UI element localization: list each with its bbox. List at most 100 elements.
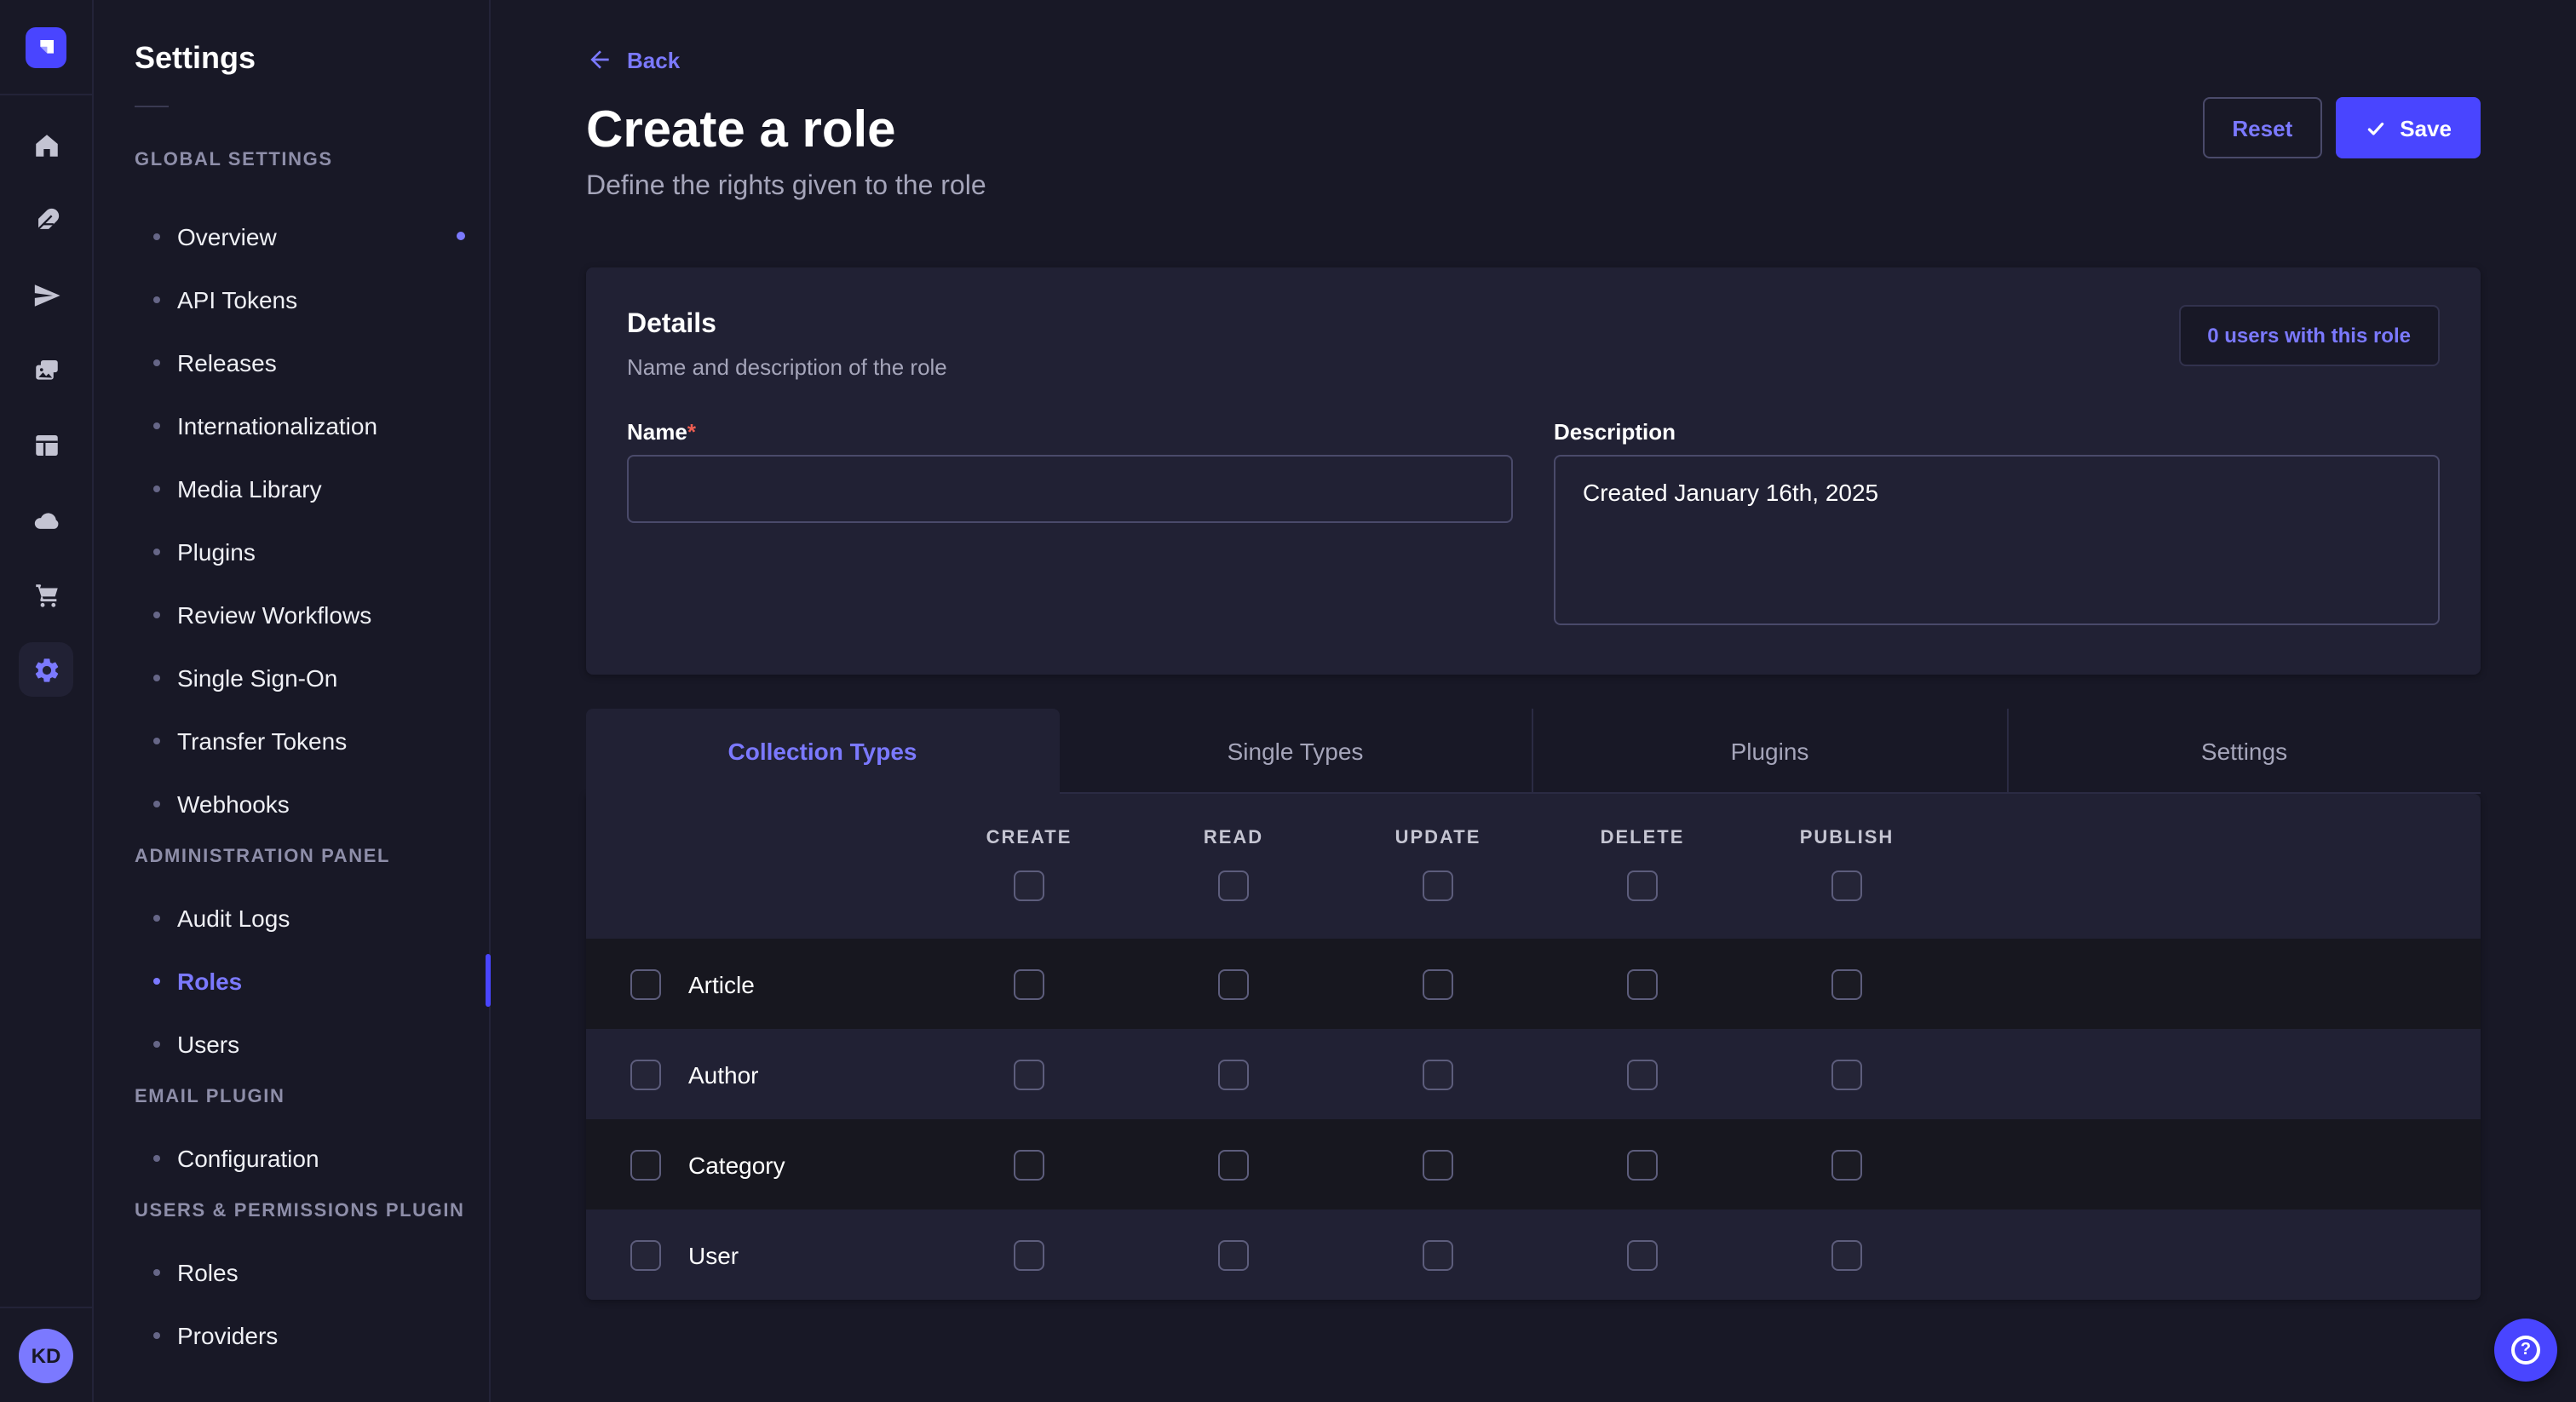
bullet-icon (153, 977, 160, 984)
section-label: EMAIL PLUGIN (135, 1085, 469, 1109)
section-label: USERS & PERMISSIONS PLUGIN (135, 1199, 469, 1223)
sidebar-item-providers[interactable]: Providers (135, 1303, 469, 1366)
content-type-builder-layout-icon[interactable] (0, 407, 93, 482)
sidebar-item-users[interactable]: Users (135, 1012, 469, 1075)
back-link[interactable]: Back (586, 46, 680, 73)
tab-collection-types[interactable]: Collection Types (586, 709, 1059, 794)
author-read-checkbox[interactable] (1218, 1059, 1249, 1089)
user-read-checkbox[interactable] (1218, 1239, 1249, 1270)
select-all-publish-checkbox[interactable] (1831, 871, 1862, 901)
row-select-checkbox[interactable] (630, 1239, 661, 1270)
sidebar-item-plugins[interactable]: Plugins (135, 520, 469, 583)
subnav-title: Settings (135, 41, 469, 75)
user-avatar[interactable]: KD (19, 1328, 73, 1382)
nav-section-administration-panel: ADMINISTRATION PANEL Audit Logs Roles Us… (135, 845, 469, 1075)
deploy-cloud-icon[interactable] (0, 482, 93, 557)
name-field-group: Name* (627, 419, 1513, 634)
select-all-read-checkbox[interactable] (1218, 871, 1249, 901)
header-actions: Reset Save (2203, 97, 2481, 158)
name-label: Name* (627, 419, 1513, 445)
bullet-icon (153, 485, 160, 491)
category-delete-checkbox[interactable] (1627, 1149, 1658, 1180)
article-update-checkbox[interactable] (1423, 968, 1453, 999)
sidebar-item-overview[interactable]: Overview (135, 204, 469, 267)
sidebar-item-roles-up[interactable]: Roles (135, 1240, 469, 1303)
author-publish-checkbox[interactable] (1831, 1059, 1862, 1089)
save-button[interactable]: Save (2335, 97, 2481, 158)
author-create-checkbox[interactable] (1014, 1059, 1044, 1089)
strapi-logo-icon[interactable] (26, 26, 66, 67)
select-all-create-checkbox[interactable] (1014, 871, 1044, 901)
user-delete-checkbox[interactable] (1627, 1239, 1658, 1270)
permissions-table-header: CREATE READ UPDATE DELETE PUBLISH (586, 794, 2481, 939)
permissions-tabs: Collection Types Single Types Plugins Se… (586, 709, 2481, 794)
user-update-checkbox[interactable] (1423, 1239, 1453, 1270)
permissions-section: Collection Types Single Types Plugins Se… (586, 709, 2481, 1300)
sidebar-item-review-workflows[interactable]: Review Workflows (135, 583, 469, 646)
bullet-icon (153, 800, 160, 807)
users-with-role-button[interactable]: 0 users with this role (2178, 305, 2440, 366)
description-label: Description (1554, 419, 2440, 445)
marketplace-cart-icon[interactable] (0, 557, 93, 632)
table-row-user: User (586, 1210, 2481, 1300)
category-create-checkbox[interactable] (1014, 1149, 1044, 1180)
nav-section-users-permissions-plugin: USERS & PERMISSIONS PLUGIN Roles Provide… (135, 1199, 469, 1366)
row-select-checkbox[interactable] (630, 1149, 661, 1180)
bullet-icon (153, 674, 160, 681)
article-publish-checkbox[interactable] (1831, 968, 1862, 999)
sidebar-item-transfer-tokens[interactable]: Transfer Tokens (135, 709, 469, 772)
author-update-checkbox[interactable] (1423, 1059, 1453, 1089)
help-button[interactable]: ? (2494, 1319, 2557, 1382)
reset-button[interactable]: Reset (2203, 97, 2321, 158)
details-card: Details Name and description of the role… (586, 267, 2481, 675)
nav-section-email-plugin: EMAIL PLUGIN Configuration (135, 1085, 469, 1189)
tab-single-types[interactable]: Single Types (1059, 709, 1532, 794)
article-create-checkbox[interactable] (1014, 968, 1044, 999)
sidebar-item-api-tokens[interactable]: API Tokens (135, 267, 469, 330)
release-paper-plane-icon[interactable] (0, 257, 93, 332)
article-delete-checkbox[interactable] (1627, 968, 1658, 999)
name-input[interactable] (627, 455, 1513, 523)
author-delete-checkbox[interactable] (1627, 1059, 1658, 1089)
sidebar-item-webhooks[interactable]: Webhooks (135, 772, 469, 835)
user-publish-checkbox[interactable] (1831, 1239, 1862, 1270)
bullet-icon (153, 1268, 160, 1275)
settings-gear-icon[interactable] (0, 632, 93, 707)
details-subtitle: Name and description of the role (627, 353, 2440, 382)
page-subtitle: Define the rights given to the role (586, 172, 2481, 203)
row-select-checkbox[interactable] (630, 968, 661, 999)
permissions-table: CREATE READ UPDATE DELETE PUBLISH (586, 794, 2481, 1300)
main-content: Back Create a role Define the rights giv… (491, 0, 2576, 1402)
bullet-icon (153, 359, 160, 365)
sidebar-item-releases[interactable]: Releases (135, 330, 469, 394)
column-header-publish: PUBLISH (1745, 828, 1949, 848)
table-row-author: Author (586, 1029, 2481, 1119)
category-update-checkbox[interactable] (1423, 1149, 1453, 1180)
bullet-icon (153, 296, 160, 302)
bullet-icon (153, 1331, 160, 1338)
question-mark-icon: ? (2511, 1336, 2540, 1365)
category-read-checkbox[interactable] (1218, 1149, 1249, 1180)
select-all-delete-checkbox[interactable] (1627, 871, 1658, 901)
sidebar-item-roles-admin[interactable]: Roles (135, 949, 469, 1012)
sidebar-item-media-library[interactable]: Media Library (135, 457, 469, 520)
article-read-checkbox[interactable] (1218, 968, 1249, 999)
description-textarea[interactable]: Created January 16th, 2025 (1554, 455, 2440, 625)
sidebar-item-single-sign-on[interactable]: Single Sign-On (135, 646, 469, 709)
home-icon[interactable] (0, 107, 93, 182)
user-create-checkbox[interactable] (1014, 1239, 1044, 1270)
sidebar-item-configuration[interactable]: Configuration (135, 1126, 469, 1189)
tab-plugins[interactable]: Plugins (1532, 709, 2006, 794)
tab-settings[interactable]: Settings (2006, 709, 2481, 794)
back-arrow-icon (586, 46, 613, 73)
sidebar-item-internationalization[interactable]: Internationalization (135, 394, 469, 457)
media-library-icon[interactable] (0, 332, 93, 407)
content-manager-feather-icon[interactable] (0, 182, 93, 257)
icon-sidebar: KD (0, 0, 94, 1402)
sidebar-item-audit-logs[interactable]: Audit Logs (135, 886, 469, 949)
bullet-icon (153, 611, 160, 618)
row-select-checkbox[interactable] (630, 1059, 661, 1089)
bullet-icon (153, 422, 160, 428)
select-all-update-checkbox[interactable] (1423, 871, 1453, 901)
category-publish-checkbox[interactable] (1831, 1149, 1862, 1180)
